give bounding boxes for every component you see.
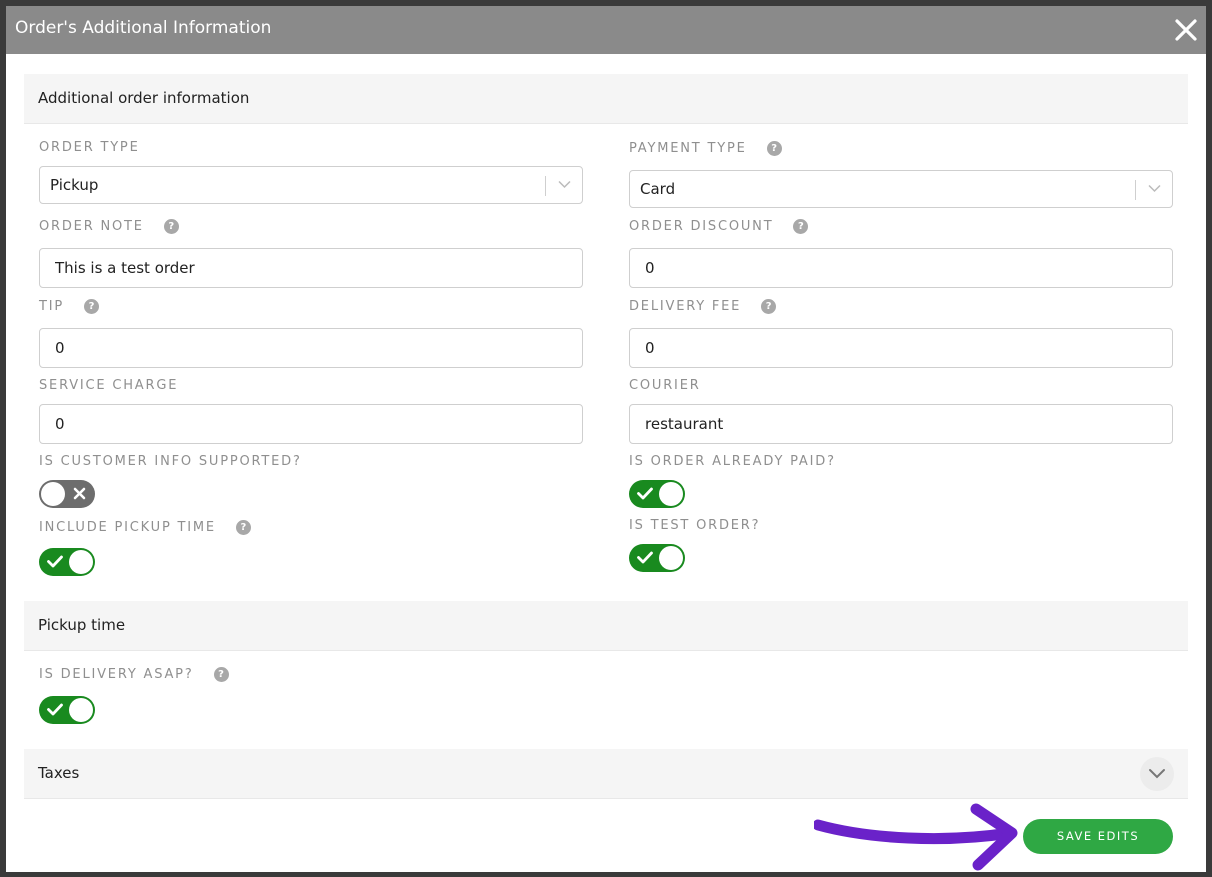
check-icon [47,703,63,716]
check-icon [47,555,63,568]
chevron-down-icon [1149,769,1165,779]
expand-taxes-button[interactable] [1140,757,1174,791]
courier-label: COURIER [629,378,701,393]
payment-type-select[interactable]: Card [629,170,1173,208]
service-charge-label: SERVICE CHARGE [39,378,179,393]
order-type-label: ORDER TYPE [39,140,140,155]
toggle-knob [659,546,683,570]
toggle-knob [69,550,93,574]
help-icon[interactable]: ? [793,219,809,234]
section-title: Taxes [38,764,80,782]
order-note-input[interactable] [39,248,583,288]
check-icon [637,487,653,500]
section-title: Pickup time [38,616,126,634]
order-type-select[interactable]: Pickup [39,166,583,204]
select-separator [545,176,546,196]
chevron-down-icon [1148,184,1161,193]
annotation-arrow-icon [814,803,1018,871]
already-paid-label: IS ORDER ALREADY PAID? [629,454,836,469]
tip-label: TIP? [39,299,100,314]
section-additional-header: Additional order information [24,74,1188,124]
help-icon[interactable]: ? [213,667,229,682]
order-type-value: Pickup [50,176,99,194]
order-discount-label: ORDER DISCOUNT? [629,219,809,234]
save-edits-button[interactable]: SAVE EDITS [1023,819,1173,854]
help-icon[interactable]: ? [163,219,179,234]
dialog-title: Order's Additional Information [15,18,272,38]
x-icon [73,487,86,500]
chevron-down-icon [558,180,571,189]
section-title: Additional order information [38,89,250,107]
select-separator [1135,180,1136,200]
help-icon[interactable]: ? [766,141,782,156]
pickup-time-label: INCLUDE PICKUP TIME? [39,520,251,535]
order-discount-input[interactable] [629,248,1173,288]
customer-info-toggle[interactable] [39,480,95,508]
payment-type-value: Card [640,180,676,198]
payment-type-label: PAYMENT TYPE? [629,141,782,156]
delivery-asap-toggle[interactable] [39,696,95,724]
already-paid-toggle[interactable] [629,480,685,508]
delivery-fee-input[interactable] [629,328,1173,368]
toggle-knob [41,482,65,506]
help-icon[interactable]: ? [761,299,777,314]
delivery-fee-label: DELIVERY FEE? [629,299,777,314]
order-note-label: ORDER NOTE? [39,219,179,234]
section-pickup-header: Pickup time [24,601,1188,651]
toggle-knob [69,698,93,722]
toggle-knob [659,482,683,506]
help-icon[interactable]: ? [84,299,100,314]
close-icon[interactable] [1172,16,1200,44]
customer-info-label: IS CUSTOMER INFO SUPPORTED? [39,454,302,469]
courier-input[interactable] [629,404,1173,444]
delivery-asap-label: IS DELIVERY ASAP?? [39,667,229,682]
section-taxes-header[interactable]: Taxes [24,749,1188,799]
test-order-toggle[interactable] [629,544,685,572]
help-icon[interactable]: ? [235,520,251,535]
check-icon [637,551,653,564]
order-info-dialog: Order's Additional Information Additiona… [6,6,1206,872]
tip-input[interactable] [39,328,583,368]
service-charge-input[interactable] [39,404,583,444]
dialog-titlebar: Order's Additional Information [6,6,1206,54]
pickup-time-toggle[interactable] [39,548,95,576]
test-order-label: IS TEST ORDER? [629,518,761,533]
